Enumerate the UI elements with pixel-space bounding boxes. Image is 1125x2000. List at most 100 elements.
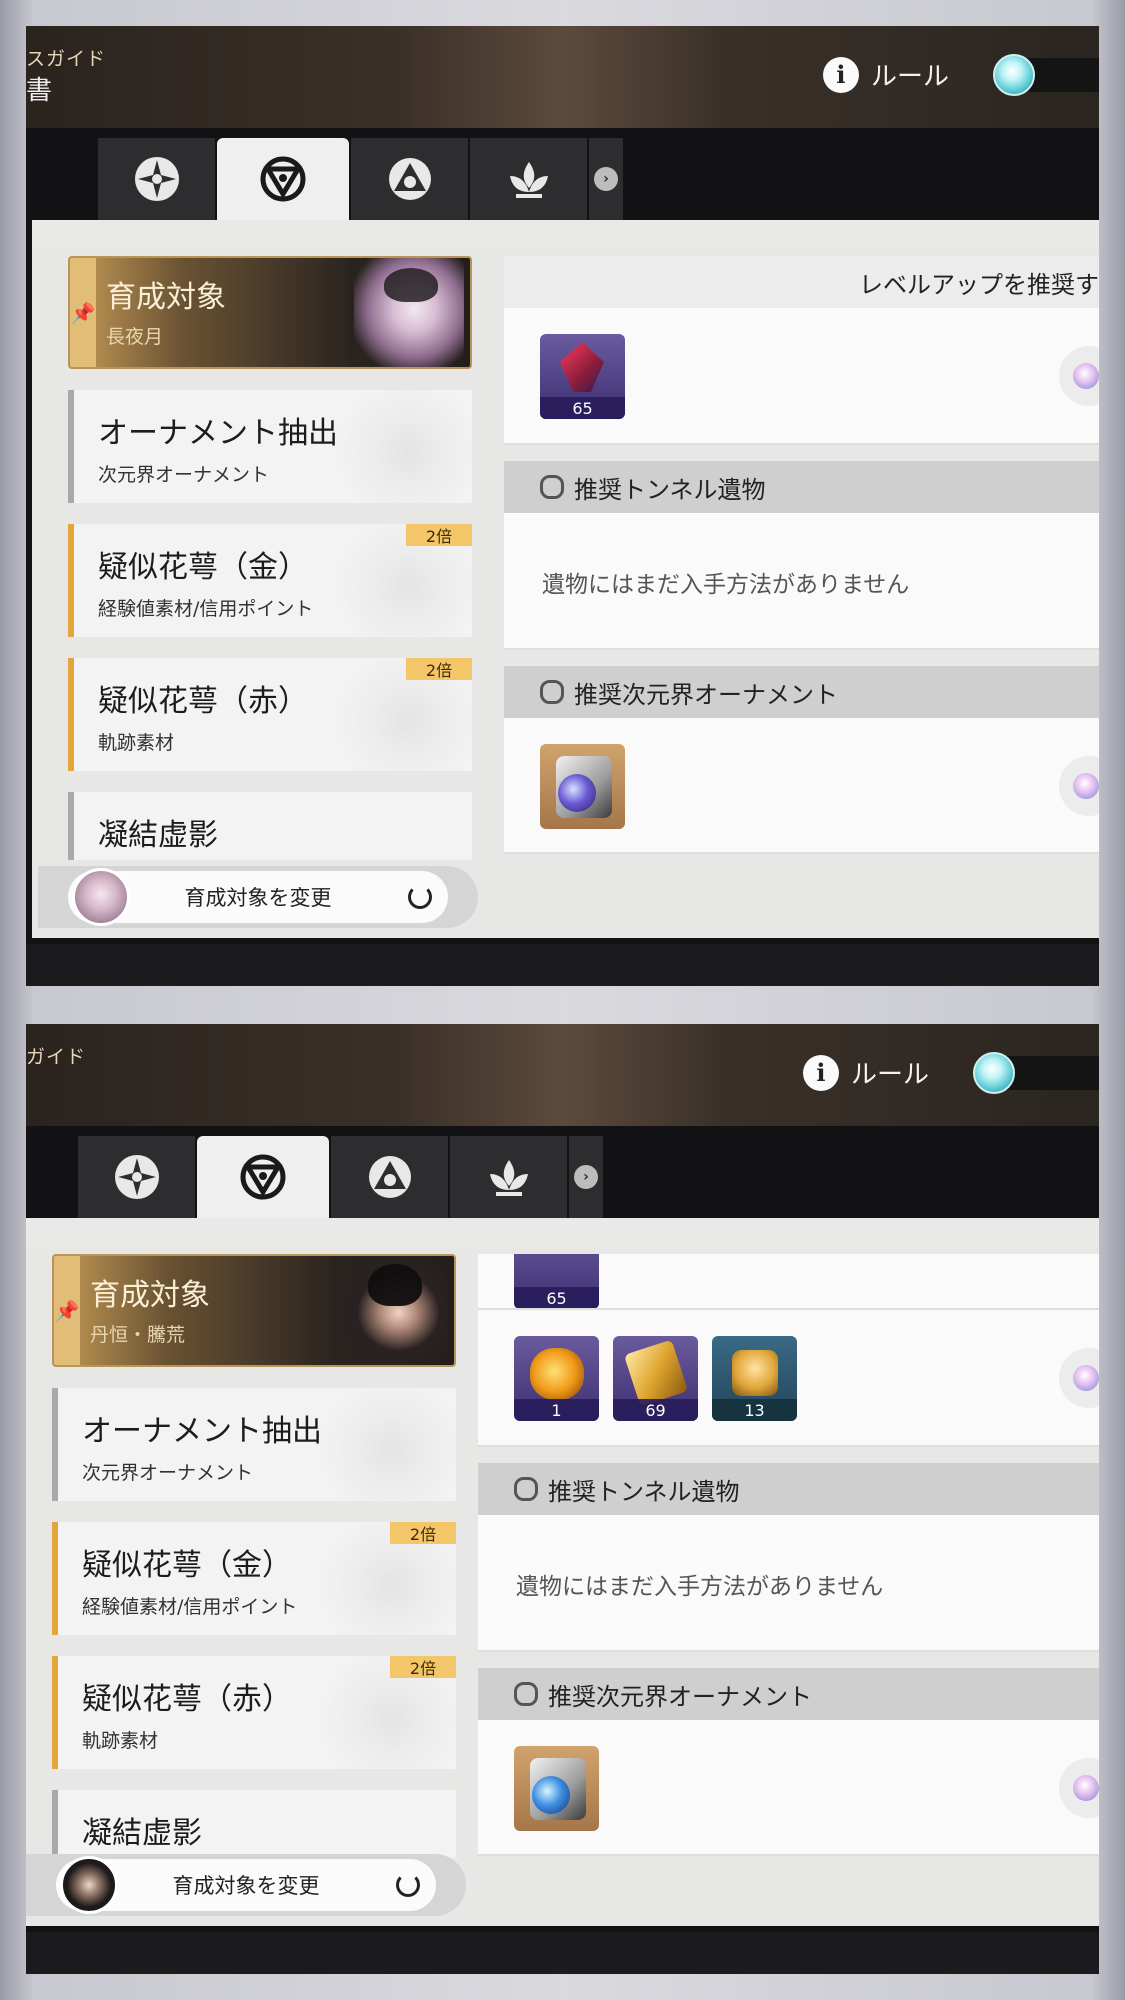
character-avatar — [72, 868, 130, 926]
ornament-card — [504, 718, 1099, 854]
list-item-title: オーナメント抽出 — [98, 416, 338, 451]
tab-lotus[interactable] — [470, 138, 587, 220]
list-item-title: オーナメント抽出 — [82, 1414, 322, 1449]
chevron-right-icon: › — [594, 167, 618, 191]
training-target-card[interactable]: 📌 育成対象 長夜月 — [68, 256, 472, 369]
ornament-header-text: 推奨次元界オーナメント — [548, 1682, 812, 1711]
list-item-ornament-extraction[interactable]: オーナメント抽出 次元界オーナメント — [68, 390, 472, 503]
list-item-subtitle: 軌跡素材 — [98, 732, 175, 754]
tab-lotus[interactable] — [450, 1136, 567, 1218]
levelup-header: レベルアップを推奨す — [504, 256, 1099, 308]
material-count: 65 — [514, 1287, 599, 1308]
relic-header-text: 推奨トンネル遺物 — [574, 475, 766, 504]
target-title: 育成対象 — [90, 1278, 210, 1313]
list-item-title: 疑似花萼（金） — [82, 1548, 292, 1583]
ornament-item[interactable] — [540, 744, 625, 829]
list-item-calyx-golden[interactable]: 2倍 疑似花萼（金） 経験値素材/信用ポイント — [68, 524, 472, 637]
material-item[interactable]: 69 — [613, 1336, 698, 1421]
fire-material-icon — [530, 1348, 584, 1400]
relic-icon — [540, 475, 564, 499]
relic-card: 遺物にはまだ入手方法がありません — [478, 1515, 1099, 1652]
material-item[interactable]: 65 — [514, 1254, 599, 1308]
double-reward-badge: 2倍 — [390, 1656, 456, 1678]
character-portrait — [338, 1256, 448, 1365]
double-reward-badge: 2倍 — [390, 1522, 456, 1544]
material-item[interactable]: 65 — [540, 334, 625, 419]
material-count: 65 — [540, 397, 625, 419]
character-avatar — [60, 1856, 118, 1914]
list-item-stagnant-shadow[interactable]: 凝結虚影 — [52, 1790, 456, 1858]
double-reward-badge: 2倍 — [406, 524, 472, 546]
relic-card: 遺物にはまだ入手方法がありません — [504, 513, 1099, 650]
list-item-title: 凝結虚影 — [82, 1816, 202, 1851]
target-character-name: 丹恒・騰荒 — [90, 1324, 186, 1346]
relic-header-text: 推奨トンネル遺物 — [548, 1477, 740, 1506]
refresh-icon — [408, 885, 432, 909]
tab-survival-index[interactable] — [78, 1136, 195, 1218]
list-item-calyx-crimson[interactable]: 2倍 疑似花萼（赤） 軌跡素材 — [68, 658, 472, 771]
info-icon: i — [822, 56, 859, 93]
list-item-subtitle: 次元界オーナメント — [82, 1462, 254, 1484]
list-item-subtitle: 軌跡素材 — [82, 1730, 159, 1752]
currency-display[interactable] — [973, 1052, 1099, 1094]
nihility-path-icon — [260, 156, 306, 202]
credits-icon — [732, 1350, 778, 1396]
triad-emblem-icon — [368, 1156, 411, 1198]
currency-display[interactable] — [993, 54, 1099, 96]
levelup-card: 65 — [504, 308, 1099, 445]
relic-icon — [514, 1477, 538, 1501]
list-item-title: 凝結虚影 — [98, 818, 218, 853]
ornament-section-header: 推奨次元界オーナメント — [478, 1668, 1099, 1720]
ornament-section-header: 推奨次元界オーナメント — [504, 666, 1099, 718]
tabs-next-button[interactable]: › — [569, 1136, 603, 1218]
lotus-emblem-icon — [489, 1160, 528, 1196]
tab-triangle[interactable] — [331, 1136, 448, 1218]
target-title: 育成対象 — [106, 280, 226, 315]
materials-card: 1 69 13 — [478, 1310, 1099, 1447]
detail-button[interactable] — [1059, 346, 1099, 406]
refresh-icon — [396, 1873, 420, 1897]
training-target-card[interactable]: 📌 育成対象 丹恒・騰荒 — [52, 1254, 456, 1367]
detail-button[interactable] — [1059, 1348, 1099, 1408]
double-reward-badge: 2倍 — [406, 658, 472, 680]
book-title: 書 — [26, 76, 53, 106]
list-item-stagnant-shadow[interactable]: 凝結虚影 — [68, 792, 472, 860]
material-count: 1 — [514, 1399, 599, 1421]
change-target-bar: 育成対象を変更 — [26, 1854, 466, 1916]
tab-training[interactable] — [197, 1136, 329, 1218]
tab-training[interactable] — [217, 138, 349, 220]
material-item[interactable]: 1 — [514, 1336, 599, 1421]
levelup-card-partial: 65 — [478, 1254, 1099, 1310]
list-item-ornament-extraction[interactable]: オーナメント抽出 次元界オーナメント — [52, 1388, 456, 1501]
rules-button[interactable]: i ルール — [822, 56, 949, 93]
exp-material-icon — [623, 1339, 689, 1407]
relic-section-header: 推奨トンネル遺物 — [504, 461, 1099, 513]
list-item-title: 疑似花萼（金） — [98, 550, 308, 585]
character-portrait — [354, 258, 464, 367]
ornament-icon — [540, 680, 564, 704]
content-area: 📌 育成対象 長夜月 オーナメント抽出 次元界オーナメント 2倍 疑似花萼（金）… — [32, 220, 1099, 938]
detail-button[interactable] — [1059, 756, 1099, 816]
tabs-next-button[interactable]: › — [589, 138, 623, 220]
ornament-header-text: 推奨次元界オーナメント — [574, 680, 838, 709]
rules-button[interactable]: i ルール — [802, 1054, 929, 1091]
detail-orb-icon — [1073, 363, 1099, 389]
list-item-subtitle: 次元界オーナメント — [98, 464, 270, 486]
list-item-calyx-golden[interactable]: 2倍 疑似花萼（金） 経験値素材/信用ポイント — [52, 1522, 456, 1635]
tab-triangle[interactable] — [351, 138, 468, 220]
main-panel: › 📌 育成対象 長夜月 オーナメント抽出 次元界オーナメント 2倍 疑似花萼（… — [26, 128, 1099, 944]
list-item-calyx-crimson[interactable]: 2倍 疑似花萼（赤） 軌跡素材 — [52, 1656, 456, 1769]
detail-orb-icon — [1073, 1775, 1099, 1801]
list-item-title: 疑似花萼（赤） — [82, 1682, 292, 1717]
material-item[interactable]: 13 — [712, 1336, 797, 1421]
nihility-path-icon — [240, 1154, 286, 1200]
ornament-icon — [514, 1682, 538, 1706]
list-item-title: 疑似花萼（赤） — [98, 684, 308, 719]
screenshot-bottom: ガイド i ルール › 📌 育成対象 丹恒・騰荒 オーナメント抽出 次元界オーナ… — [26, 1024, 1099, 1974]
guide-title: ガイド — [26, 1046, 87, 1068]
list-item-subtitle: 経験値素材/信用ポイント — [98, 598, 314, 620]
snowflake-emblem-icon — [134, 157, 179, 201]
tab-survival-index[interactable] — [98, 138, 215, 220]
ornament-item[interactable] — [514, 1746, 599, 1831]
detail-button[interactable] — [1059, 1758, 1099, 1818]
